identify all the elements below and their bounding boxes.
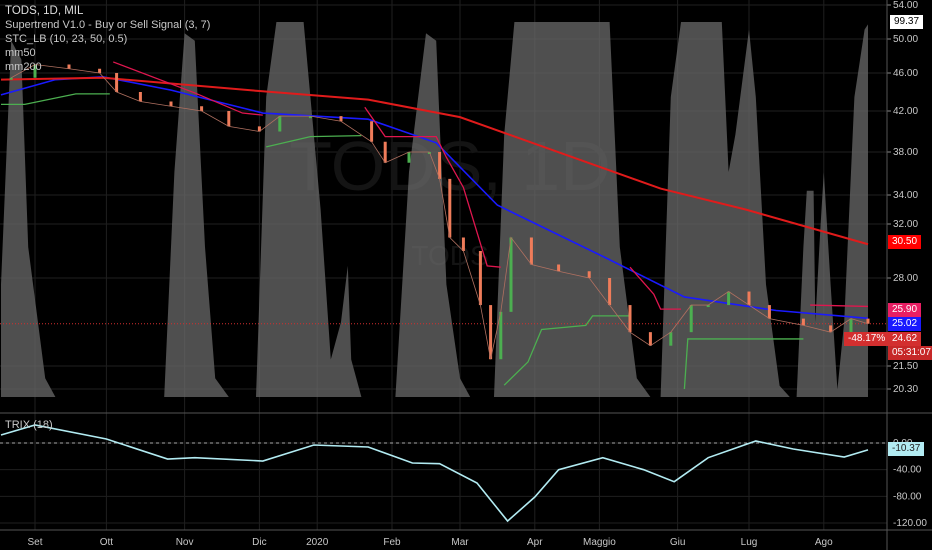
price-candle [227, 111, 231, 127]
time-axis-label: Feb [383, 537, 401, 548]
price-candle [200, 106, 204, 111]
price-candle [849, 318, 853, 333]
price-candle [689, 305, 693, 333]
price-candle [499, 311, 503, 360]
trix-line [0, 424, 869, 523]
price-candle [489, 305, 493, 360]
price-candle [747, 291, 751, 306]
trix-axis-label: -40.00 [893, 465, 922, 476]
price-candle [115, 73, 119, 92]
price-candle [278, 116, 282, 132]
chart-legend: TODS, 1D, MIL Supertrend V1.0 - Buy or S… [5, 4, 210, 74]
price-axis-label: 54.00 [893, 0, 918, 11]
price-candle [557, 264, 561, 272]
time-axis-label: Ago [815, 537, 833, 548]
price-candle [9, 77, 13, 80]
price-candle [727, 291, 731, 306]
price-axis-label: 46.00 [893, 68, 918, 79]
mm50-value-tag: 25.02 [888, 317, 922, 331]
mm200-value-tag: 30.50 [888, 235, 922, 249]
price-candle [628, 305, 632, 333]
axes: 54.00 50.00 46.00 42.00 38.00 34.00 32.00 28.00… [0, 0, 932, 550]
price-axis-label: 28.00 [893, 273, 918, 284]
price-candle [669, 332, 673, 346]
price-candle [339, 116, 343, 122]
stc-area-shape [1, 22, 868, 397]
trix-value-tag: -10.37 [888, 442, 925, 456]
trix-legend[interactable]: TRIX (18) [5, 418, 53, 432]
time-axis-label: Dic [252, 537, 266, 548]
time-axis-label: 2020 [306, 537, 329, 548]
price-candle [370, 121, 374, 142]
symbol-title[interactable]: TODS, 1D, MIL [5, 4, 210, 18]
price-candle [478, 251, 482, 306]
legend-mm200[interactable]: mm200 [5, 60, 210, 74]
price-candle [866, 318, 870, 324]
legend-supertrend[interactable]: Supertrend V1.0 - Buy or Sell Signal (3,… [5, 18, 210, 32]
price-candle [448, 178, 452, 238]
price-candle [529, 237, 533, 265]
trix-pane [0, 424, 887, 523]
price-axis-label: 34.00 [893, 190, 918, 201]
price-candle [801, 318, 805, 326]
price-candle [587, 271, 591, 278]
time-axis-label: Set [27, 537, 42, 548]
price-axis-label: 38.00 [893, 147, 918, 158]
price-axis-label: 21.50 [893, 361, 918, 372]
price-axis-label: 20.30 [893, 384, 918, 395]
time-axis-label: Apr [527, 537, 543, 548]
legend-mm50[interactable]: mm50 [5, 46, 210, 60]
change-percent-tag: -48.17% [844, 332, 890, 346]
last-price-tag: 24.62 [888, 332, 922, 346]
stc-area [1, 22, 868, 397]
time-axis-label: Lug [741, 537, 758, 548]
price-candle [438, 152, 442, 179]
time-axis-label: Maggio [583, 537, 616, 548]
bar-countdown-tag: 05:31:07 [888, 346, 932, 360]
price-candle [407, 152, 411, 163]
legend-stc[interactable]: STC_LB (10, 23, 50, 0.5) [5, 32, 210, 46]
time-axis-label: Nov [176, 537, 194, 548]
time-axis-label: Mar [451, 537, 469, 548]
time-axis-label: Giu [670, 537, 686, 548]
price-axis-label: 32.00 [893, 219, 918, 230]
price-candle [509, 237, 513, 312]
price-candle [767, 305, 771, 319]
trix-axis-label: -80.00 [893, 491, 922, 502]
time-axis-label: Ott [100, 537, 114, 548]
chart-canvas[interactable]: TODS, 1D TODS 54.0050.0046.0042.0038.003… [0, 0, 932, 550]
price-candle [648, 332, 652, 346]
price-candle [138, 92, 142, 102]
price-candle [608, 278, 612, 306]
supertrend-value-tag: 25.90 [888, 303, 922, 317]
trix-axis-label: -120.00 [893, 518, 927, 529]
price-axis-label: 42.00 [893, 106, 918, 117]
price-axis-label: 50.00 [893, 34, 918, 45]
price-candle [169, 101, 173, 107]
stc-value-tag: 99.37 [890, 15, 924, 29]
price-candle [383, 141, 387, 163]
price-candle [461, 237, 465, 251]
